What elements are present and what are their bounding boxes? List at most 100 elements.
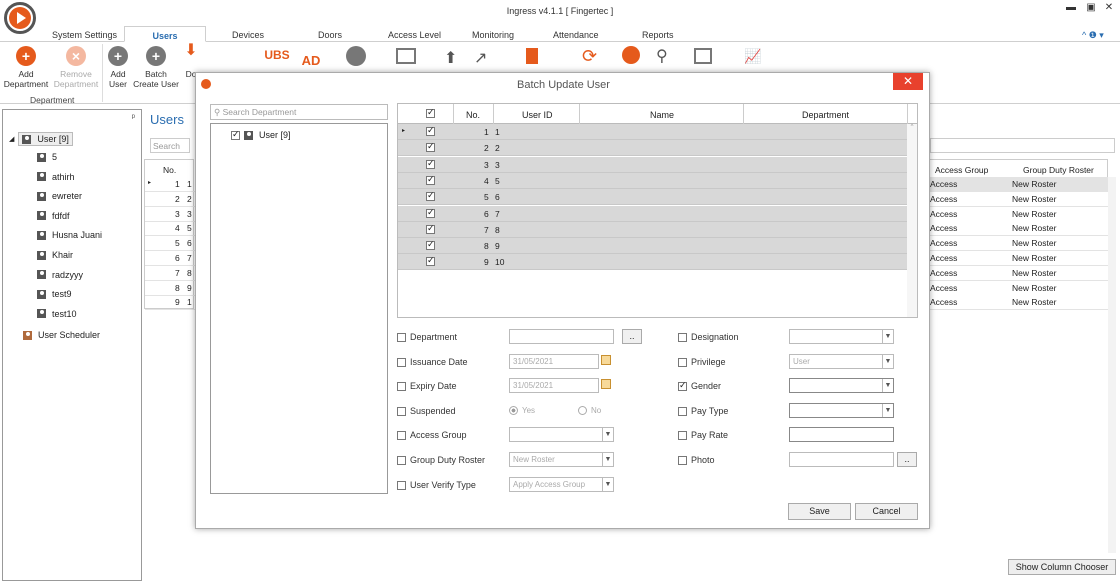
suspended-option[interactable]: Suspended [397,406,456,416]
pay-rate-checkbox[interactable] [678,430,687,440]
row-checkbox[interactable] [426,141,435,153]
select-all-checkbox[interactable] [426,107,435,118]
access-group-checkbox[interactable] [397,430,406,440]
table-row[interactable]: Access New Roster [929,177,1108,192]
tree-user-item[interactable]: Khair [37,250,73,260]
department-checkbox[interactable] [397,332,406,342]
tree-user-item[interactable]: fdfdf [37,211,70,221]
user-verify-type-checkbox[interactable] [397,480,406,490]
gender-option[interactable]: Gender [678,380,721,391]
user-scheduler[interactable]: User Scheduler [23,330,100,340]
row-checkbox[interactable] [426,223,435,234]
tree-user-item[interactable]: ewreter [37,191,82,201]
dept-root-checkbox[interactable] [231,129,240,140]
minimize-button[interactable]: ▬ [1062,2,1080,16]
table-row[interactable]: 22 [145,192,195,207]
ribbon-icon-user-remove[interactable] [346,46,366,66]
maximize-button[interactable]: ▣ [1082,2,1100,16]
grid-row[interactable]: 45 [398,172,907,189]
table-row[interactable]: Access New Roster [929,236,1108,252]
user-verify-type-option[interactable]: User Verify Type [397,480,476,490]
grid-scrollbar[interactable]: ^ [907,124,917,317]
grid-row[interactable]: 910 [398,254,907,271]
group-duty-roster-select[interactable]: New Roster ▼ [509,452,614,467]
suspended-no-radio[interactable]: No [578,406,601,415]
access-group-select[interactable]: ▼ [509,427,614,442]
add-department-button[interactable]: + Add Department [2,46,50,89]
table-row[interactable]: 33 [145,207,195,222]
issuance-date-field[interactable]: 31/05/2021 [509,354,599,369]
tab-doors[interactable]: Doors [318,30,342,40]
access-group-option[interactable]: Access Group [397,430,467,440]
header-name[interactable]: Name [650,110,674,120]
show-column-chooser-button[interactable]: Show Column Chooser [1008,559,1116,575]
pay-rate-input[interactable] [789,427,894,442]
pay-type-select[interactable]: ▼ [789,403,894,418]
designation-select[interactable]: ▼ [789,329,894,344]
group-duty-roster-checkbox[interactable] [397,455,406,465]
calendar-icon[interactable] [601,379,611,389]
user-verify-type-select[interactable]: Apply Access Group ▼ [509,477,614,492]
tree-user-item[interactable]: test10 [37,309,77,319]
ad-button[interactable]: AD [298,46,324,67]
pay-type-option[interactable]: Pay Type [678,406,728,416]
suspended-checkbox[interactable] [397,406,406,416]
table-row[interactable]: 56 [145,236,195,252]
table-row[interactable]: Access New Roster [929,295,1108,311]
designation-checkbox[interactable] [678,332,687,342]
header-user-id[interactable]: User ID [522,110,553,120]
department-browse-button[interactable]: .. [622,329,642,344]
expiry-date-checkbox[interactable] [397,381,406,391]
pay-type-checkbox[interactable] [678,406,687,416]
grid-row[interactable]: 56 [398,189,907,206]
dialog-close-button[interactable]: ✕ [893,73,923,90]
tab-monitoring[interactable]: Monitoring [472,30,514,40]
collapse-icon[interactable]: ◢ [9,135,14,143]
header-department[interactable]: Department [802,110,849,120]
ubs-button[interactable]: UBS [264,46,290,61]
photo-checkbox[interactable] [678,455,687,465]
row-checkbox[interactable] [426,207,435,218]
ribbon-icon-card[interactable] [396,48,416,64]
grid-row[interactable]: 89 [398,238,907,255]
row-checkbox[interactable] [426,190,435,202]
table-row[interactable]: Access New Roster [929,280,1108,296]
add-user-button[interactable]: + Add User [106,46,130,89]
batch-create-user-button[interactable]: + Batch Create User [133,46,179,89]
privilege-option[interactable]: Privilege [678,357,726,367]
header-no[interactable]: No. [466,110,480,120]
search-icon[interactable]: ⚲ [656,46,668,66]
gender-select[interactable]: ▼ [789,378,894,393]
search-input-right[interactable] [930,138,1115,153]
table-row[interactable]: 91 [145,295,195,311]
calendar-icon[interactable] [694,48,712,64]
privilege-checkbox[interactable] [678,357,687,367]
row-checkbox[interactable] [426,125,435,136]
refresh-icon[interactable]: ⟳ [582,46,597,67]
search-input-left[interactable]: Search [150,138,190,153]
dept-tree-root[interactable]: User [9] [231,129,291,140]
tree-user-item[interactable]: athirh [37,172,75,182]
tab-reports[interactable]: Reports [642,30,674,40]
gender-checkbox[interactable] [678,380,687,391]
table-row[interactable]: 89 [145,281,195,296]
table-row[interactable]: Access New Roster [929,251,1108,266]
grid-row[interactable]: ▸11 [398,124,907,140]
pay-rate-option[interactable]: Pay Rate [678,430,728,440]
table-row[interactable]: ▸ 1 1 [145,177,195,192]
ribbon-icon-misc[interactable] [622,46,640,64]
table-row[interactable]: Access New Roster [929,265,1108,281]
calendar-icon[interactable] [601,355,611,365]
designation-option[interactable]: Designation [678,332,739,342]
expiry-date-option[interactable]: Expiry Date [397,381,457,391]
table-row[interactable]: 45 [145,221,195,237]
department-field[interactable] [509,329,614,344]
grid-row[interactable]: 78 [398,221,907,238]
row-checkbox[interactable] [426,174,435,185]
group-duty-roster-option[interactable]: Group Duty Roster [397,455,485,465]
search-department-input[interactable]: ⚲ Search Department [210,104,388,120]
issuance-date-option[interactable]: Issuance Date [397,357,468,367]
remove-department-button[interactable]: × Remove Department [52,46,100,89]
table-row[interactable]: Access New Roster [929,221,1108,237]
tab-system-settings[interactable]: System Settings [52,30,117,40]
